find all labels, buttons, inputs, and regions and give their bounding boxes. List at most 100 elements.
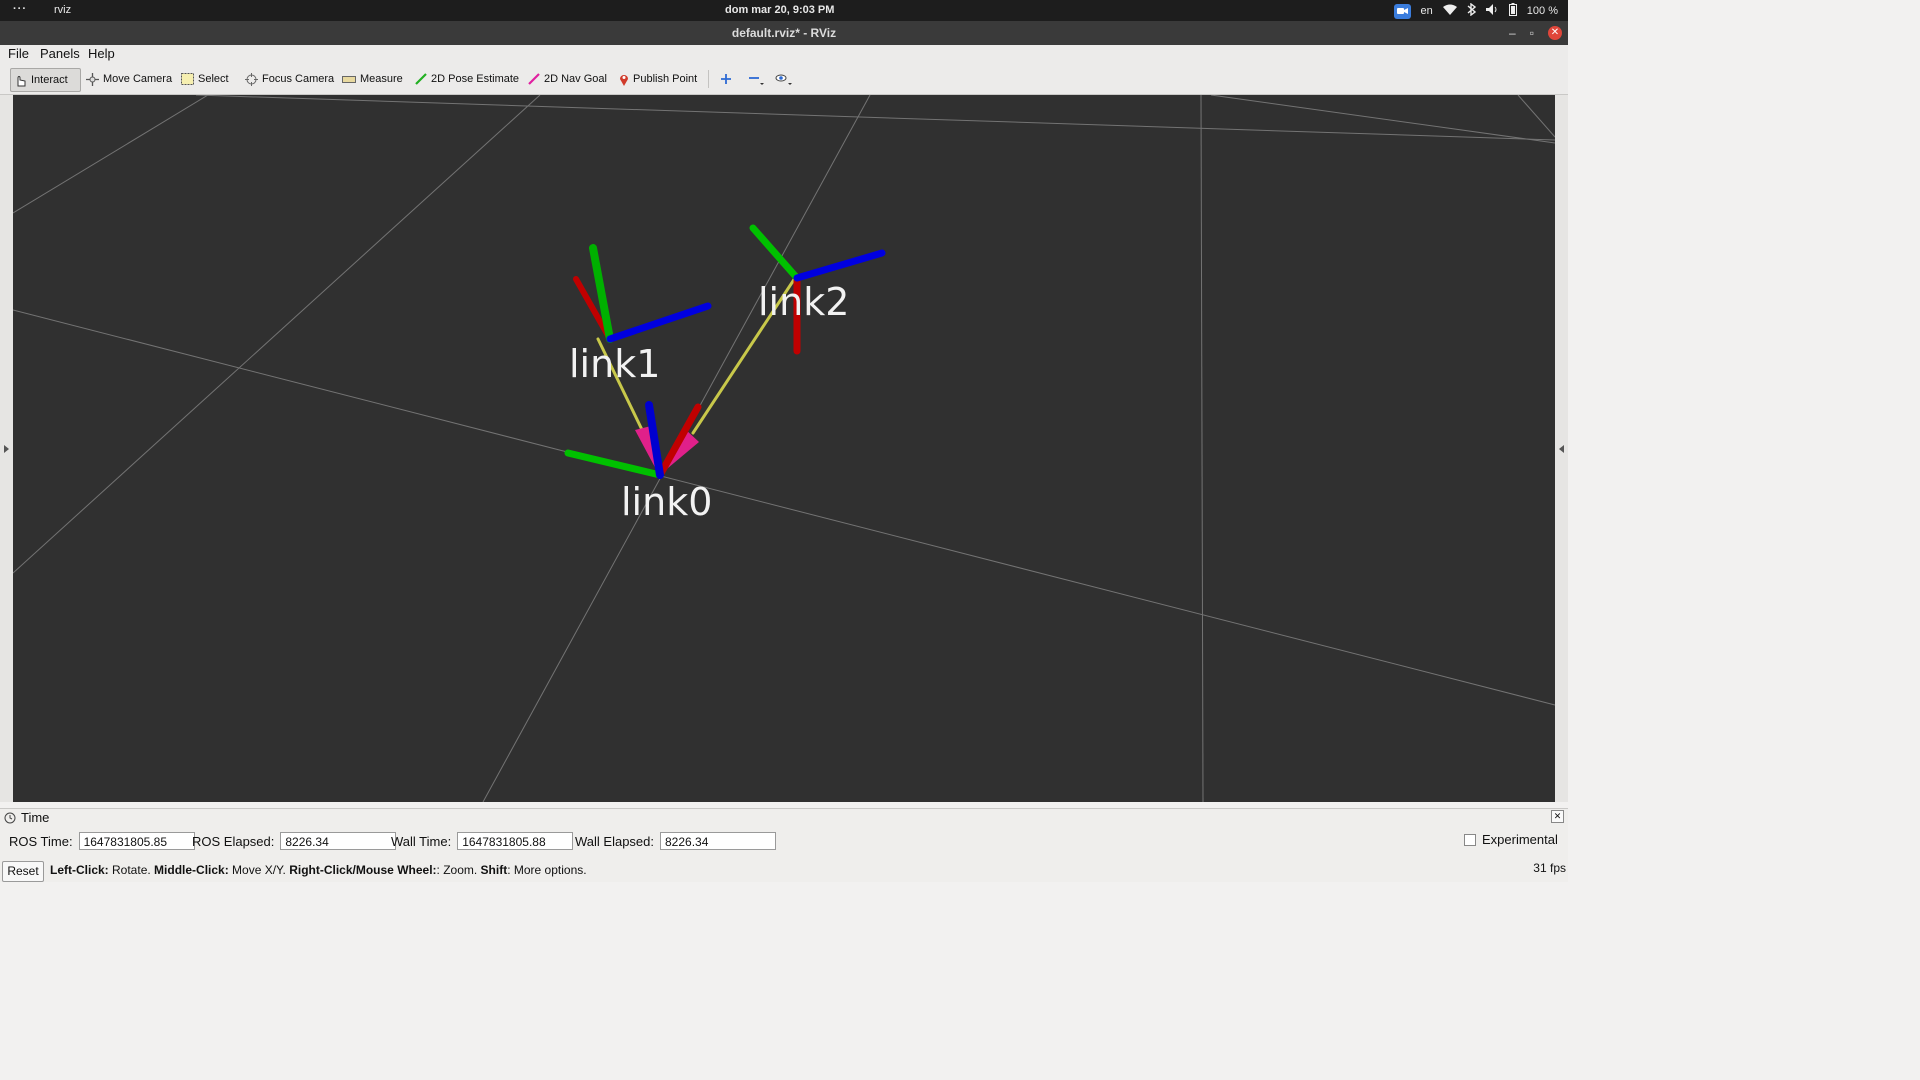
system-top-bar: ··· rviz dom mar 20, 9:03 PM en 100 % <box>0 0 1568 21</box>
grid-line <box>1200 95 1204 802</box>
ros-elapsed-field: ROS Elapsed: 8226.34 <box>192 832 397 850</box>
select-icon <box>181 73 194 85</box>
experimental-checkbox-field[interactable]: Experimental <box>1464 832 1558 847</box>
fps-counter: 31 fps <box>1533 861 1566 875</box>
wall-time-label: Wall Time: <box>391 833 452 849</box>
right-dock-collapse-handle[interactable] <box>1555 95 1568 802</box>
system-tray[interactable]: en 100 % <box>1393 2 1558 19</box>
add-tool-button[interactable] <box>716 68 736 90</box>
wall-elapsed-label: Wall Elapsed: <box>575 833 654 849</box>
pose-estimate-tool-button[interactable]: 2D Pose Estimate <box>411 68 523 90</box>
focus-camera-tool-button[interactable]: Focus Camera <box>241 68 338 90</box>
battery-percent: 100 % <box>1526 5 1558 17</box>
window-title: default.rviz* - RViz <box>731 26 837 40</box>
nav-goal-tool-button[interactable]: 2D Nav Goal <box>524 68 611 90</box>
measure-label: Measure <box>360 73 403 85</box>
publish-point-tool-button[interactable]: Publish Point <box>615 68 701 90</box>
grid-line <box>13 309 1555 706</box>
select-tool-button[interactable]: Select <box>177 68 233 90</box>
grid-line <box>13 95 541 574</box>
link2-y-axis <box>749 224 801 282</box>
eye-icon <box>775 74 792 85</box>
menu-help[interactable]: Help <box>88 46 115 61</box>
pink-arrow-icon <box>528 73 540 85</box>
close-panel-icon[interactable]: ✕ <box>1551 810 1564 823</box>
time-panel-title: Time <box>21 810 50 825</box>
hint-key: Middle-Click: <box>154 863 229 877</box>
wifi-icon[interactable] <box>1442 4 1457 18</box>
hint-text: Move X/Y. <box>228 863 290 877</box>
ruler-icon <box>342 75 356 83</box>
move-camera-icon <box>86 72 99 86</box>
activities-menu[interactable]: ··· <box>13 3 27 15</box>
grid <box>13 95 1555 802</box>
interact-tool-button[interactable]: Interact <box>10 68 81 92</box>
wall-elapsed-field: Wall Elapsed: 8226.34 <box>575 832 776 850</box>
hint-key: Right-Click/Mouse Wheel: <box>289 863 437 877</box>
left-dock-collapse-handle[interactable] <box>0 95 13 802</box>
minus-icon <box>749 77 764 85</box>
ros-elapsed-value[interactable]: 8226.34 <box>280 832 397 850</box>
scene-canvas[interactable]: link0 link1 link2 <box>13 95 1555 802</box>
nav-goal-label: 2D Nav Goal <box>544 73 607 85</box>
ros-elapsed-label: ROS Elapsed: <box>192 833 275 849</box>
camera-icon[interactable] <box>1393 3 1411 19</box>
ros-time-label: ROS Time: <box>9 833 73 849</box>
publish-point-label: Publish Point <box>633 73 698 85</box>
close-icon[interactable]: ✕ <box>1548 26 1562 40</box>
measure-tool-button[interactable]: Measure <box>338 68 407 90</box>
bluetooth-icon[interactable] <box>1467 2 1476 19</box>
grid-line <box>1210 95 1555 144</box>
hint-key: Shift <box>480 863 508 877</box>
plus-icon <box>721 74 731 84</box>
wall-time-value[interactable]: 1647831805.88 <box>457 832 574 850</box>
time-panel: Time ✕ ROS Time: 1647831805.85 ROS Elaps… <box>0 808 1568 859</box>
hint-text: Rotate. <box>108 863 155 877</box>
wall-time-field: Wall Time: 1647831805.88 <box>391 832 574 850</box>
frame-label-link0: link0 <box>621 480 712 524</box>
focus-camera-icon <box>245 72 258 86</box>
window-titlebar[interactable]: default.rviz* - RViz – ▫ ✕ <box>0 21 1568 45</box>
frame-label-link2: link2 <box>758 280 849 324</box>
frame-link0-axes <box>564 401 702 479</box>
clock-icon <box>4 812 16 823</box>
remove-tool-button[interactable] <box>744 68 768 90</box>
move-camera-tool-button[interactable]: Move Camera <box>82 68 176 90</box>
view-options-button[interactable] <box>771 68 797 90</box>
grid-line <box>195 95 1555 141</box>
ros-time-field: ROS Time: 1647831805.85 <box>9 832 195 850</box>
language-indicator[interactable]: en <box>1421 5 1433 17</box>
minimize-icon[interactable]: – <box>1509 21 1516 45</box>
3d-render-viewport[interactable]: link0 link1 link2 <box>13 95 1555 802</box>
clock[interactable]: dom mar 20, 9:03 PM <box>725 4 834 16</box>
maximize-icon[interactable]: ▫ <box>1530 21 1534 45</box>
battery-icon[interactable] <box>1508 3 1517 19</box>
time-panel-header[interactable]: Time <box>4 810 49 825</box>
hint-text: : More options. <box>507 863 587 877</box>
grid-line <box>1517 95 1555 138</box>
status-bar: Reset Left-Click: Rotate. Middle-Click: … <box>0 859 1568 882</box>
hint-key: Left-Click: <box>50 863 109 877</box>
ros-time-value[interactable]: 1647831805.85 <box>78 832 195 850</box>
experimental-checkbox[interactable] <box>1464 833 1476 846</box>
select-label: Select <box>198 73 229 85</box>
pose-estimate-label: 2D Pose Estimate <box>431 73 520 85</box>
volume-icon[interactable] <box>1485 4 1499 18</box>
interact-label: Interact <box>31 74 68 86</box>
status-hint: Left-Click: Rotate. Middle-Click: Move X… <box>50 863 587 877</box>
grid-line <box>13 95 209 214</box>
menu-bar: File Panels Help <box>0 45 1568 64</box>
reset-button[interactable]: Reset <box>2 861 44 882</box>
wall-elapsed-value[interactable]: 8226.34 <box>660 832 776 850</box>
app-menu[interactable]: rviz <box>54 4 71 16</box>
toolbar-separator <box>708 70 709 88</box>
menu-file[interactable]: File <box>8 46 29 61</box>
hint-text: : Zoom. <box>436 863 481 877</box>
move-camera-label: Move Camera <box>103 73 173 85</box>
link0-z-axis <box>645 401 664 479</box>
green-arrow-icon <box>415 73 427 85</box>
menu-panels[interactable]: Panels <box>40 46 80 61</box>
link2-z-axis <box>793 249 886 282</box>
link0-y-axis <box>564 449 664 479</box>
focus-camera-label: Focus Camera <box>262 73 335 85</box>
